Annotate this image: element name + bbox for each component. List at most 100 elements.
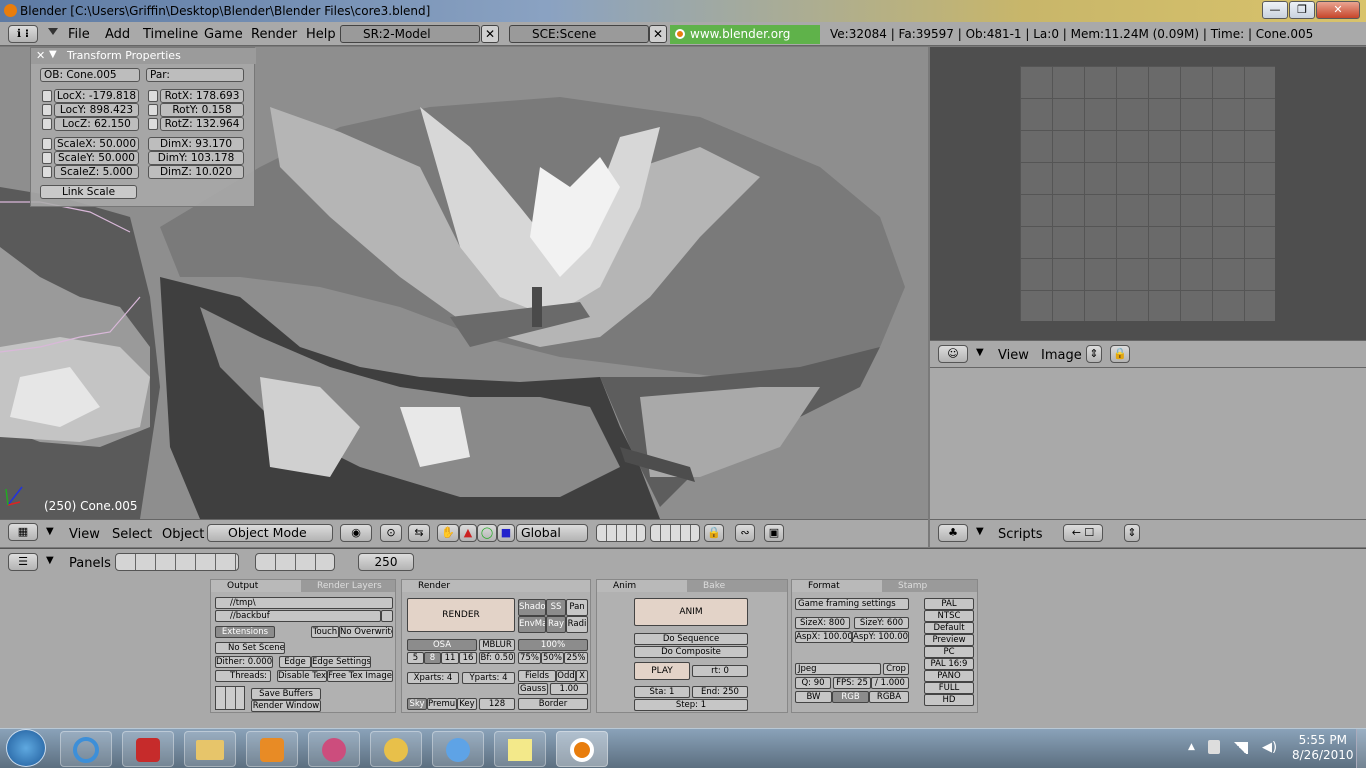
start-frame-field[interactable]: Sta: 1 xyxy=(634,686,690,698)
menu-render[interactable]: Render xyxy=(251,27,297,42)
free-tex-image-toggle[interactable]: Free Tex Image xyxy=(327,670,393,682)
render-button[interactable]: RENDER xyxy=(407,598,515,632)
rotate-icon[interactable]: ◯ xyxy=(477,524,497,542)
preset-pano[interactable]: PANO xyxy=(924,670,974,682)
folder-icon[interactable] xyxy=(184,731,236,767)
sky-toggle[interactable]: Sky xyxy=(407,698,427,710)
do-composite-toggle[interactable]: Do Composite xyxy=(634,646,748,658)
draw-type-icon[interactable]: ◉ xyxy=(340,524,372,542)
filter-size-field[interactable]: 1.00 xyxy=(550,683,588,695)
layer-buttons-2[interactable] xyxy=(650,524,700,542)
lock-icon[interactable]: 🔒 xyxy=(1110,345,1130,363)
scalez-field[interactable]: ScaleZ: 5.000 xyxy=(54,165,139,179)
scripts-editor-icon[interactable]: ♣ xyxy=(938,524,968,542)
script-browse-icon[interactable]: ⇕ xyxy=(1124,524,1140,542)
collapse-arrow-icon[interactable]: ▼ xyxy=(976,347,984,358)
menu-file[interactable]: File xyxy=(68,27,90,42)
preset-ntsc[interactable]: NTSC xyxy=(924,610,974,622)
maximize-button[interactable]: ❐ xyxy=(1289,1,1315,19)
edge-settings-button[interactable]: Edge Settings xyxy=(311,656,371,668)
preset-full[interactable]: FULL xyxy=(924,682,974,694)
rotx-field[interactable]: RotX: 178.693 xyxy=(160,89,244,103)
locz-field[interactable]: LocZ: 62.150 xyxy=(54,117,139,131)
bw-toggle[interactable]: BW xyxy=(795,691,832,703)
collapse-arrow-icon[interactable]: ▼ xyxy=(46,526,54,537)
osa-16[interactable]: 16 xyxy=(459,652,477,664)
collapse-arrow-icon[interactable] xyxy=(48,28,58,35)
layout-icon[interactable] xyxy=(215,686,245,710)
media-player-icon[interactable] xyxy=(246,731,298,767)
rgba-toggle[interactable]: RGBA xyxy=(869,691,909,703)
show-hidden-icons-icon[interactable]: ▲ xyxy=(1188,742,1195,752)
crop-toggle[interactable]: Crop xyxy=(883,663,909,675)
preset-pal-16-9[interactable]: PAL 16:9 xyxy=(924,658,974,670)
key-toggle[interactable]: Key xyxy=(457,698,477,710)
premul-toggle[interactable]: Premul xyxy=(427,698,457,710)
osa-toggle[interactable]: OSA xyxy=(407,639,477,651)
threads-field[interactable]: Threads: 2 xyxy=(215,670,271,682)
show-desktop-button[interactable] xyxy=(1356,729,1366,768)
info-icon[interactable]: ℹ ⁝ xyxy=(8,25,38,43)
preset-preview[interactable]: Preview xyxy=(924,634,974,646)
dither-field[interactable]: Dither: 0.000 xyxy=(215,656,273,668)
yparts-field[interactable]: Yparts: 4 xyxy=(462,672,515,684)
editor-type-icon[interactable]: ▦ xyxy=(8,523,38,541)
envmap-toggle[interactable]: EnvMa xyxy=(518,616,546,633)
tab-stamp[interactable]: Stamp xyxy=(882,580,977,592)
anim-button[interactable]: ANIM xyxy=(634,598,748,626)
pivot-icon[interactable]: ⊙ xyxy=(380,524,402,542)
lock-icon[interactable] xyxy=(42,104,52,116)
current-frame-field[interactable]: 250 xyxy=(358,553,414,571)
scale-icon[interactable]: ■ xyxy=(497,524,515,542)
blender-org-link[interactable]: www.blender.org 249.2 xyxy=(670,25,820,60)
sizey-field[interactable]: SizeY: 600 xyxy=(854,617,909,629)
lock-icon[interactable] xyxy=(42,118,52,130)
itunes-icon[interactable] xyxy=(432,731,484,767)
file-format-selector[interactable]: Jpeg xyxy=(795,663,881,675)
preset-default[interactable]: Default xyxy=(924,622,974,634)
extensions-toggle[interactable]: Extensions xyxy=(215,626,275,638)
ray-toggle[interactable]: Ray xyxy=(546,616,566,633)
sss-toggle[interactable]: SS xyxy=(546,599,566,616)
sticky-notes-icon[interactable] xyxy=(494,731,546,767)
do-sequence-toggle[interactable]: Do Sequence xyxy=(634,633,748,645)
scalex-field[interactable]: ScaleX: 50.000 xyxy=(54,137,139,151)
buttons-editor-icon[interactable]: ☰ xyxy=(8,553,38,571)
osa-5[interactable]: 5 xyxy=(407,652,424,664)
tab-output[interactable]: Output xyxy=(211,580,301,592)
fields-toggle[interactable]: Fields xyxy=(518,670,556,682)
menu-timeline[interactable]: Timeline xyxy=(143,27,198,42)
link-scale-button[interactable]: Link Scale xyxy=(40,185,137,199)
disable-tex-toggle[interactable]: Disable Tex xyxy=(277,670,327,682)
collapse-arrow-icon[interactable]: ▼ xyxy=(46,555,54,566)
close-button[interactable]: ✕ xyxy=(1316,1,1360,19)
mode-selector[interactable]: Object Mode xyxy=(207,524,333,542)
menu-image[interactable]: Image xyxy=(1041,348,1082,363)
delete-scene-icon[interactable]: ✕ xyxy=(649,25,667,43)
osa-8[interactable]: 8 xyxy=(424,652,441,664)
dimz-field[interactable]: DimZ: 10.020 xyxy=(148,165,244,179)
fps-divisor-field[interactable]: / 1.000 xyxy=(871,677,909,689)
image-browse-icon[interactable]: ⇕ xyxy=(1086,345,1102,363)
render-window-selector[interactable]: Render Window xyxy=(251,700,321,712)
internet-explorer-icon[interactable] xyxy=(60,731,112,767)
render-preview-icon[interactable]: ▣ xyxy=(764,524,784,542)
delete-screen-icon[interactable]: ✕ xyxy=(481,25,499,43)
preset-pal[interactable]: PAL xyxy=(924,598,974,610)
preset-field[interactable]: Game framing settings xyxy=(795,598,909,610)
size-25-toggle[interactable]: 25% xyxy=(564,652,588,664)
backbuf-toggle[interactable] xyxy=(381,610,393,622)
tab-anim[interactable]: Anim xyxy=(597,580,687,592)
snap-icon[interactable]: ∾ xyxy=(735,524,755,542)
no-overwrite-toggle[interactable]: No Overwrite xyxy=(339,626,393,638)
device-icon[interactable] xyxy=(1208,740,1220,754)
touch-toggle[interactable]: Touch xyxy=(311,626,339,638)
roty-field[interactable]: RotY: 0.158 xyxy=(160,103,244,117)
orientation-selector[interactable]: Global xyxy=(516,524,588,542)
lock-icon[interactable] xyxy=(148,90,158,102)
odd-toggle[interactable]: Odd xyxy=(556,670,576,682)
save-buffers-toggle[interactable]: Save Buffers xyxy=(251,688,321,700)
start-button[interactable] xyxy=(6,729,46,767)
menu-help[interactable]: Help xyxy=(306,27,336,42)
snipping-tool-icon[interactable] xyxy=(308,731,360,767)
